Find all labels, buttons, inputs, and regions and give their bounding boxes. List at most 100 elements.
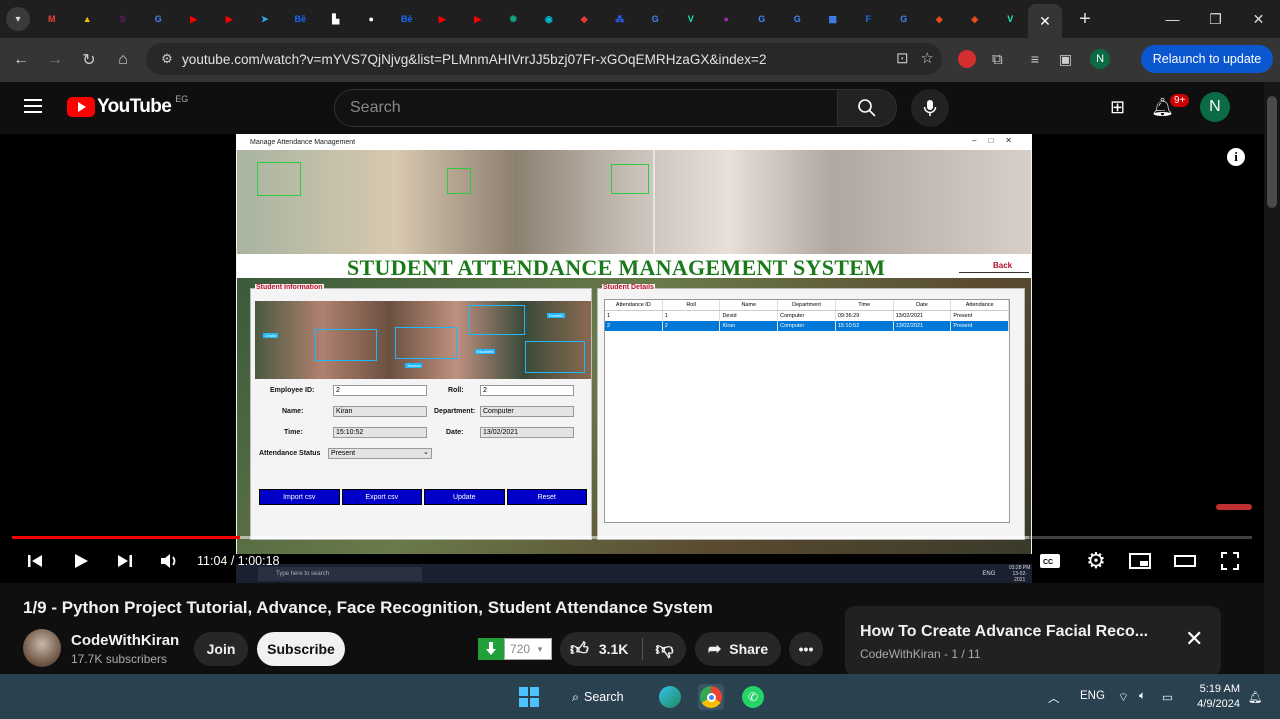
browser-tab[interactable]: V bbox=[673, 4, 709, 34]
edge-icon[interactable] bbox=[657, 684, 683, 710]
wifi-icon[interactable]: ⌔ bbox=[1118, 690, 1129, 705]
new-tab-button[interactable]: + bbox=[1070, 8, 1100, 31]
windows-start-icon[interactable] bbox=[516, 684, 542, 710]
account-avatar[interactable]: N bbox=[1199, 92, 1230, 122]
next-icon[interactable] bbox=[112, 548, 138, 574]
browser-tab[interactable]: ▲ bbox=[70, 4, 106, 34]
taskbar-search[interactable]: ⌕ Search bbox=[558, 683, 642, 711]
extension-icon[interactable] bbox=[958, 50, 976, 68]
reload-icon[interactable]: ↻ bbox=[72, 43, 106, 77]
video-title: 1/9 - Python Project Tutorial, Advance, … bbox=[23, 598, 713, 617]
forward-arrow-icon[interactable]: → bbox=[38, 43, 72, 77]
download-count-select[interactable]: 720 ▼ bbox=[504, 638, 552, 660]
side-panel-icon[interactable]: ▣ bbox=[1059, 51, 1072, 68]
speaker-icon[interactable]: 🔈︎ bbox=[1139, 690, 1146, 703]
browser-tab[interactable]: ▶ bbox=[176, 4, 212, 34]
browser-tab[interactable]: Bē bbox=[283, 4, 319, 34]
google-icon: G bbox=[900, 14, 908, 24]
relaunch-button[interactable]: Relaunch to update bbox=[1141, 45, 1273, 73]
browser-tab[interactable]: ▶ bbox=[425, 4, 461, 34]
join-button[interactable]: Join bbox=[194, 632, 248, 666]
browser-tab[interactable]: ▶ bbox=[212, 4, 248, 34]
profile-avatar[interactable]: N bbox=[1090, 49, 1111, 69]
theater-mode-icon[interactable] bbox=[1172, 548, 1198, 574]
browser-tab[interactable]: ◉ bbox=[531, 4, 567, 34]
settings-gear-icon[interactable]: ⚙ bbox=[1083, 548, 1109, 574]
info-icon[interactable]: i bbox=[1227, 148, 1245, 166]
browser-tab[interactable]: G bbox=[780, 4, 816, 34]
youtube-logo[interactable]: YouTube EG bbox=[67, 94, 188, 118]
volume-icon[interactable] bbox=[156, 548, 182, 574]
media-control-icon[interactable]: ≡ bbox=[1031, 51, 1039, 67]
search-button[interactable] bbox=[837, 89, 897, 127]
active-tab[interactable]: ✕ bbox=[1028, 4, 1062, 38]
share-button[interactable]: ➦ Share bbox=[695, 632, 781, 666]
browser-tab[interactable]: ▦ bbox=[815, 4, 851, 34]
close-window-icon[interactable]: ✕ bbox=[1237, 0, 1280, 38]
google-drive-icon: ▲ bbox=[82, 14, 92, 24]
address-bar[interactable]: ⚙ youtube.com/watch?v=mYVS7QjNjvg&list=P… bbox=[146, 43, 942, 75]
browser-tab[interactable]: ▙ bbox=[318, 4, 354, 34]
browser-tab[interactable]: S bbox=[105, 4, 141, 34]
menu-icon[interactable] bbox=[24, 99, 42, 113]
thumbs-down-icon[interactable]: 👎︎ bbox=[655, 638, 673, 660]
miniplayer-icon[interactable] bbox=[1127, 548, 1153, 574]
more-actions-icon[interactable]: ••• bbox=[789, 632, 823, 666]
browser-tab[interactable]: G bbox=[886, 4, 922, 34]
browser-tab[interactable]: ● bbox=[709, 4, 745, 34]
page-scrollbar-thumb[interactable] bbox=[1267, 96, 1277, 208]
play-icon[interactable] bbox=[68, 548, 94, 574]
browser-tab[interactable]: G bbox=[638, 4, 674, 34]
bookmark-star-icon[interactable]: ☆ bbox=[921, 49, 934, 67]
chrome-icon[interactable] bbox=[698, 684, 724, 710]
browser-tab[interactable]: ✺ bbox=[496, 4, 532, 34]
taskbar-clock[interactable]: 5:19 AM 4/9/2024 bbox=[1192, 682, 1240, 712]
url-text[interactable]: youtube.com/watch?v=mYVS7QjNjvg&list=PLM… bbox=[182, 52, 767, 67]
browser-tab[interactable]: ➤ bbox=[247, 4, 283, 34]
search-input[interactable]: Search bbox=[334, 89, 838, 127]
browser-tab[interactable]: M bbox=[34, 4, 70, 34]
like-count[interactable]: 3.1K bbox=[599, 641, 629, 657]
download-arrow-icon[interactable] bbox=[478, 638, 504, 660]
browser-tab[interactable]: ▶ bbox=[460, 4, 496, 34]
browser-tab[interactable]: ◆ bbox=[567, 4, 603, 34]
browser-tab[interactable]: ⁂ bbox=[602, 4, 638, 34]
tray-language[interactable]: ENG bbox=[1080, 690, 1105, 702]
home-icon[interactable]: ⌂ bbox=[106, 43, 140, 77]
notification-bell-icon[interactable]: 🔔︎ bbox=[1248, 690, 1263, 704]
browser-tab[interactable]: ◈ bbox=[922, 4, 958, 34]
thumbs-up-icon[interactable]: 👍︎ bbox=[570, 638, 589, 660]
subscribe-button[interactable]: Subscribe bbox=[257, 632, 345, 666]
playlist-title[interactable]: How To Create Advance Facial Reco... bbox=[860, 623, 1148, 641]
site-settings-icon[interactable]: ⚙ bbox=[156, 48, 178, 70]
close-icon[interactable]: ✕ bbox=[1185, 626, 1203, 652]
whatsapp-icon[interactable]: ✆ bbox=[740, 684, 766, 710]
back-arrow-icon[interactable]: ← bbox=[4, 43, 38, 77]
captions-icon[interactable]: CC bbox=[1037, 548, 1063, 574]
browser-tab[interactable]: F bbox=[851, 4, 887, 34]
previous-icon[interactable] bbox=[22, 548, 48, 574]
browser-tab[interactable]: V bbox=[993, 4, 1029, 34]
install-app-icon[interactable]: ⊡ bbox=[896, 49, 909, 67]
browser-tab[interactable]: ● bbox=[354, 4, 390, 34]
tab-search-button[interactable]: ▾ bbox=[6, 7, 30, 31]
minimize-icon[interactable]: — bbox=[1151, 0, 1194, 38]
tray-chevron-icon[interactable]: ︿ bbox=[1048, 690, 1060, 706]
playlist-card[interactable]: How To Create Advance Facial Reco... Cod… bbox=[845, 606, 1221, 676]
browser-tab[interactable]: ◈ bbox=[957, 4, 993, 34]
video-player[interactable]: Manage Attendance Management –□✕ STUDENT… bbox=[0, 134, 1264, 583]
chatgpt-icon: ✺ bbox=[509, 13, 518, 24]
browser-tab[interactable]: G bbox=[744, 4, 780, 34]
voice-search-button[interactable] bbox=[911, 89, 949, 127]
battery-icon[interactable]: ▭ bbox=[1162, 690, 1173, 704]
close-tab-icon[interactable]: ✕ bbox=[1039, 13, 1051, 30]
restore-icon[interactable]: ❐ bbox=[1194, 0, 1237, 38]
channel-avatar[interactable] bbox=[23, 629, 61, 667]
browser-tab[interactable]: Bē bbox=[389, 4, 425, 34]
fullscreen-icon[interactable] bbox=[1217, 548, 1243, 574]
chevron-down-icon: ▼ bbox=[536, 644, 544, 654]
browser-tab[interactable]: G bbox=[141, 4, 177, 34]
channel-name[interactable]: CodeWithKiran bbox=[71, 632, 179, 649]
create-video-icon[interactable]: ⊞ bbox=[1110, 97, 1125, 118]
puzzle-icon[interactable]: ⧉ bbox=[992, 51, 1003, 68]
